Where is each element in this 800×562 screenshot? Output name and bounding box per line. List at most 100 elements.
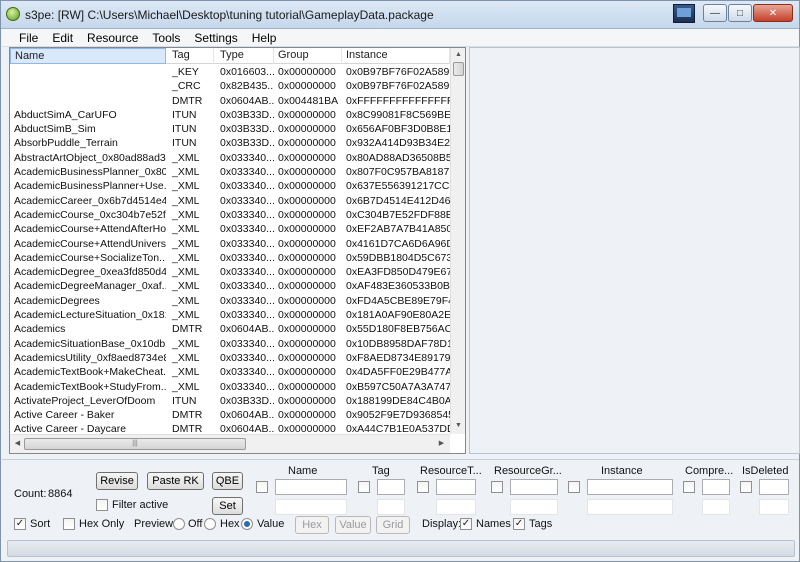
grid-button[interactable]: Grid <box>376 516 410 534</box>
table-row[interactable]: AcademicDegree_0xea3fd850d4... _XML 0x0333… <box>10 265 450 279</box>
filter-name-mask[interactable] <box>275 499 347 515</box>
table-row[interactable]: AcademicCourse+AttendAfterHo... _XML 0x033… <box>10 222 450 236</box>
table-row[interactable]: AcademicDegrees _XML 0x033340... 0x00000000… <box>10 294 450 308</box>
table-row[interactable]: AcademicLectureSituation_0x181... _XML 0x0… <box>10 308 450 322</box>
table-row[interactable]: AbductSimA_CarUFO ITUN 0x03B33D... 0x000000… <box>10 108 450 122</box>
filter-resourcetype-input[interactable] <box>436 479 476 495</box>
scroll-left-icon[interactable]: ◀ <box>10 438 25 450</box>
preview-hex-radio[interactable] <box>204 518 216 530</box>
table-row[interactable]: _CRC 0x82B435... 0x00000000 0x0B97BF76F02A5… <box>10 79 450 93</box>
hex-button[interactable]: Hex <box>295 516 329 534</box>
preview-value-label: Value <box>257 518 285 530</box>
revise-button[interactable]: Revise <box>96 472 138 490</box>
table-row[interactable]: AcademicTextBook+StudyFrom... _XML 0x03334… <box>10 380 450 394</box>
row-group: 0x00000000 <box>278 251 336 264</box>
menu-tools[interactable]: Tools <box>145 29 187 46</box>
set-button[interactable]: Set <box>212 497 243 515</box>
table-row[interactable]: _KEY 0x016603... 0x00000000 0x0B97BF76F02A5… <box>10 65 450 79</box>
table-row[interactable]: Academics DMTR 0x0604AB... 0x00000000 0x55D1… <box>10 322 450 336</box>
table-row[interactable]: Active Career - Baker DMTR 0x0604AB... 0x00… <box>10 408 450 422</box>
table-row[interactable]: AcademicSituationBase_0x10db... _XML 0x033… <box>10 337 450 351</box>
table-row[interactable]: AbsorbPuddle_Terrain ITUN 0x03B33D... 0x000… <box>10 136 450 150</box>
filter-instance-mask[interactable] <box>587 499 673 515</box>
table-row[interactable]: AcademicBusinessPlanner_0x80... _XML 0x033… <box>10 165 450 179</box>
table-row[interactable]: AcademicsUtility_0xf8aed8734e8... _XML 0x0… <box>10 351 450 365</box>
table-row[interactable]: AcademicCourse+SocializeTon... _XML 0x0333… <box>10 251 450 265</box>
value-button[interactable]: Value <box>335 516 371 534</box>
table-row[interactable]: AbductSimB_Sim ITUN 0x03B33D... 0x00000000 0… <box>10 122 450 136</box>
row-group: 0x00000000 <box>278 409 336 422</box>
display-tags-checkbox[interactable]: ✓ <box>513 518 525 530</box>
filter-instance-input[interactable] <box>587 479 673 495</box>
filter-resourcegroup-checkbox[interactable] <box>491 481 503 493</box>
row-tag: DMTR <box>172 409 203 422</box>
horizontal-scroll-thumb[interactable]: ||| <box>24 438 246 450</box>
paste-rk-button[interactable]: Paste RK <box>147 472 204 490</box>
row-tag: DMTR <box>172 423 203 434</box>
scroll-up-icon[interactable]: ▲ <box>451 49 465 61</box>
vertical-scroll-thumb[interactable] <box>453 62 464 76</box>
table-row[interactable]: AcademicDegreeManager_0xaf... _XML 0x03334… <box>10 279 450 293</box>
filter-tag-checkbox[interactable] <box>358 481 370 493</box>
display-names-checkbox[interactable]: ✓ <box>460 518 472 530</box>
filter-tag-mask[interactable] <box>377 499 405 515</box>
row-group: 0x00000000 <box>278 166 336 179</box>
column-header: Name Tag Type Group Instance <box>10 48 465 64</box>
header-group[interactable]: Group <box>274 48 342 64</box>
title-bar[interactable]: s3pe: [RW] C:\Users\Michael\Desktop\tuni… <box>1 1 799 29</box>
qbe-button[interactable]: QBE <box>212 472 243 490</box>
sort-checkbox[interactable]: ✓ <box>14 518 26 530</box>
hex-only-checkbox[interactable] <box>63 518 75 530</box>
close-button[interactable]: ✕ <box>753 4 793 22</box>
menu-help[interactable]: Help <box>245 29 284 46</box>
header-instance[interactable]: Instance <box>342 48 450 64</box>
filter-resourcegroup-mask[interactable] <box>510 499 558 515</box>
filter-compressed-mask[interactable] <box>702 499 730 515</box>
filter-compressed-checkbox[interactable] <box>683 481 695 493</box>
header-name[interactable]: Name <box>10 48 166 64</box>
table-row[interactable]: ActivateProject_LeverOfDoom ITUN 0x03B33D.… <box>10 394 450 408</box>
header-tag[interactable]: Tag <box>168 48 214 64</box>
menu-file[interactable]: File <box>12 29 45 46</box>
scroll-right-icon[interactable]: ▶ <box>434 438 449 450</box>
preview-value-radio[interactable] <box>241 518 253 530</box>
table-row[interactable]: AcademicTextBook+MakeCheat... _XML 0x03334… <box>10 365 450 379</box>
row-name: AbductSimB_Sim <box>14 123 96 136</box>
vertical-scrollbar[interactable]: ▲ ▼ <box>450 48 465 434</box>
horizontal-scrollbar[interactable]: ◀ ||| ▶ <box>10 434 450 453</box>
filter-isdeleted-input[interactable] <box>759 479 789 495</box>
minimize-button[interactable]: — <box>703 4 727 22</box>
preview-pane <box>469 47 800 454</box>
filter-isdeleted-mask[interactable] <box>759 499 789 515</box>
filter-header-resourcegroup: ResourceGr... <box>494 465 562 477</box>
menu-resource[interactable]: Resource <box>80 29 145 46</box>
filter-resourcetype-mask[interactable] <box>436 499 476 515</box>
filter-tag-input[interactable] <box>377 479 405 495</box>
menu-edit[interactable]: Edit <box>45 29 80 46</box>
filter-resourcegroup-input[interactable] <box>510 479 558 495</box>
filter-name-input[interactable] <box>275 479 347 495</box>
filter-compressed-input[interactable] <box>702 479 730 495</box>
table-row[interactable]: AcademicBusinessPlanner+Use... _XML 0x0333… <box>10 179 450 193</box>
preview-off-radio[interactable] <box>173 518 185 530</box>
maximize-button[interactable]: □ <box>728 4 752 22</box>
row-tag: _XML <box>172 309 200 322</box>
table-row[interactable]: AcademicCourse_0xc304b7e52f... _XML 0x0333… <box>10 208 450 222</box>
row-group: 0x00000000 <box>278 337 336 350</box>
table-row[interactable]: DMTR 0x0604AB... 0x004481BA 0xFFFFFFFFFFFFF… <box>10 94 450 108</box>
filter-name-checkbox[interactable] <box>256 481 268 493</box>
header-type[interactable]: Type <box>216 48 274 64</box>
table-row[interactable]: AcademicCareer_0x6b7d4514e4... _XML 0x0333… <box>10 194 450 208</box>
filter-active-checkbox[interactable] <box>96 499 108 511</box>
menu-settings[interactable]: Settings <box>187 29 244 46</box>
filter-isdeleted-checkbox[interactable] <box>740 481 752 493</box>
resource-list[interactable]: Name Tag Type Group Instance _KEY 0x01660… <box>9 47 466 454</box>
row-name: Active Career - Daycare <box>14 423 127 434</box>
row-type: 0x033340... <box>220 208 274 221</box>
scroll-down-icon[interactable]: ▼ <box>451 420 465 432</box>
table-row[interactable]: AbstractArtObject_0x80ad88ad3... _XML 0x03… <box>10 151 450 165</box>
filter-resourcetype-checkbox[interactable] <box>417 481 429 493</box>
table-row[interactable]: Active Career - Daycare DMTR 0x0604AB... 0x… <box>10 422 450 434</box>
table-row[interactable]: AcademicCourse+AttendUnivers... _XML 0x033… <box>10 237 450 251</box>
filter-instance-checkbox[interactable] <box>568 481 580 493</box>
